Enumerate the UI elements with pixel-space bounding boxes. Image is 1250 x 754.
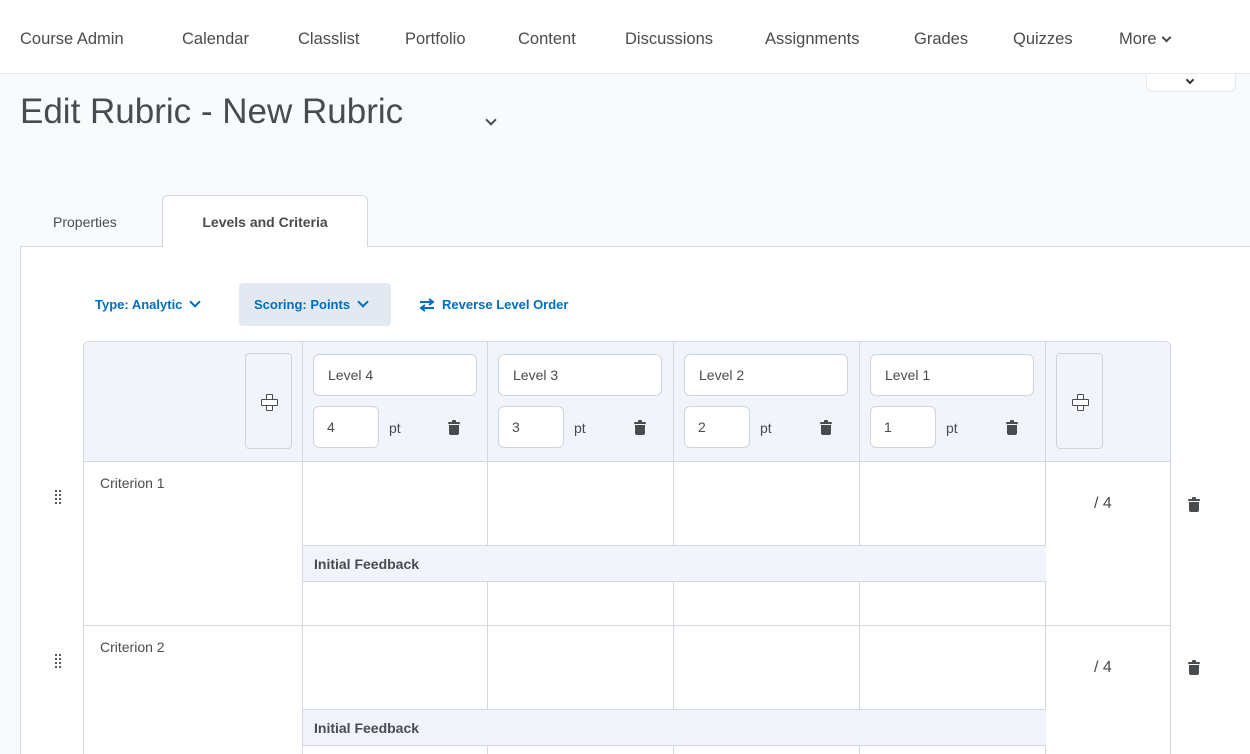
chevron-down-icon (1185, 75, 1195, 85)
tab-levels-and-criteria-label: Levels and Criteria (202, 214, 328, 230)
level-points-input[interactable]: 3 (498, 406, 564, 448)
points-unit-label: pt (760, 420, 772, 436)
scoring-dropdown-label: Scoring: Points (254, 297, 351, 312)
criterion-out-of: / 4 (1094, 659, 1112, 676)
level-points-input[interactable]: 1 (870, 406, 936, 448)
plus-icon (261, 393, 278, 411)
initial-feedback-label: Initial Feedback (314, 556, 420, 572)
chevron-down-icon (1161, 32, 1172, 43)
nav-grades[interactable]: Grades (914, 30, 968, 49)
criterion-out-of: / 4 (1094, 495, 1112, 512)
type-dropdown-label: Type: Analytic (95, 297, 183, 312)
points-unit-label: pt (389, 420, 401, 436)
initial-feedback-row: Initial Feedback (303, 545, 1046, 582)
nav-quizzes[interactable]: Quizzes (1013, 30, 1073, 49)
criterion-name[interactable]: Criterion 2 (100, 639, 165, 655)
criterion-name[interactable]: Criterion 1 (100, 475, 165, 491)
trash-icon[interactable] (1006, 420, 1018, 435)
trash-icon[interactable] (1188, 497, 1200, 512)
type-dropdown[interactable]: Type: Analytic (95, 283, 202, 326)
points-unit-label: pt (574, 420, 586, 436)
level-name-input[interactable]: Level 2 (684, 354, 848, 396)
nav-more-label: More (1119, 30, 1157, 48)
chevron-down-icon (189, 295, 202, 308)
nav-course-admin[interactable]: Course Admin (20, 30, 124, 49)
trash-icon[interactable] (634, 420, 646, 435)
tab-levels-and-criteria[interactable]: Levels and Criteria (162, 195, 368, 247)
header-expand-toggle[interactable] (1146, 74, 1236, 92)
initial-feedback-label: Initial Feedback (314, 720, 420, 736)
row-divider (84, 461, 1170, 462)
tab-properties[interactable]: Properties (53, 214, 117, 230)
reverse-level-order-label: Reverse Level Order (442, 297, 569, 312)
chevron-down-icon (357, 295, 369, 308)
points-unit-label: pt (946, 420, 958, 436)
page-title: Edit Rubric - New Rubric (20, 92, 404, 131)
plus-icon (1072, 393, 1089, 411)
nav-assignments[interactable]: Assignments (765, 30, 859, 49)
initial-feedback-row: Initial Feedback (303, 709, 1046, 746)
level-name-input[interactable]: Level 4 (313, 354, 477, 396)
swap-arrows-icon (419, 297, 435, 312)
nav-more[interactable]: More (1119, 30, 1172, 49)
trash-icon[interactable] (820, 420, 832, 435)
level-points-input[interactable]: 4 (313, 406, 379, 448)
drag-handle-icon[interactable] (55, 490, 63, 504)
nav-discussions[interactable]: Discussions (625, 30, 713, 49)
trash-icon[interactable] (1188, 660, 1200, 675)
level-points-input[interactable]: 2 (684, 406, 750, 448)
level-name-input[interactable]: Level 1 (870, 354, 1034, 396)
nav-content[interactable]: Content (518, 30, 576, 49)
nav-classlist[interactable]: Classlist (298, 30, 359, 49)
nav-portfolio[interactable]: Portfolio (405, 30, 466, 49)
add-level-left-button[interactable] (245, 353, 292, 449)
chevron-down-icon[interactable] (485, 114, 497, 126)
level-name-input[interactable]: Level 3 (498, 354, 662, 396)
course-navbar: Course Admin Calendar Classlist Portfoli… (0, 0, 1250, 74)
trash-icon[interactable] (448, 420, 460, 435)
drag-handle-icon[interactable] (55, 654, 63, 668)
reverse-level-order-button[interactable]: Reverse Level Order (418, 283, 568, 326)
row-divider (84, 625, 1170, 626)
nav-calendar[interactable]: Calendar (182, 30, 249, 49)
scoring-dropdown[interactable]: Scoring: Points (239, 283, 391, 326)
add-level-right-button[interactable] (1056, 353, 1103, 449)
